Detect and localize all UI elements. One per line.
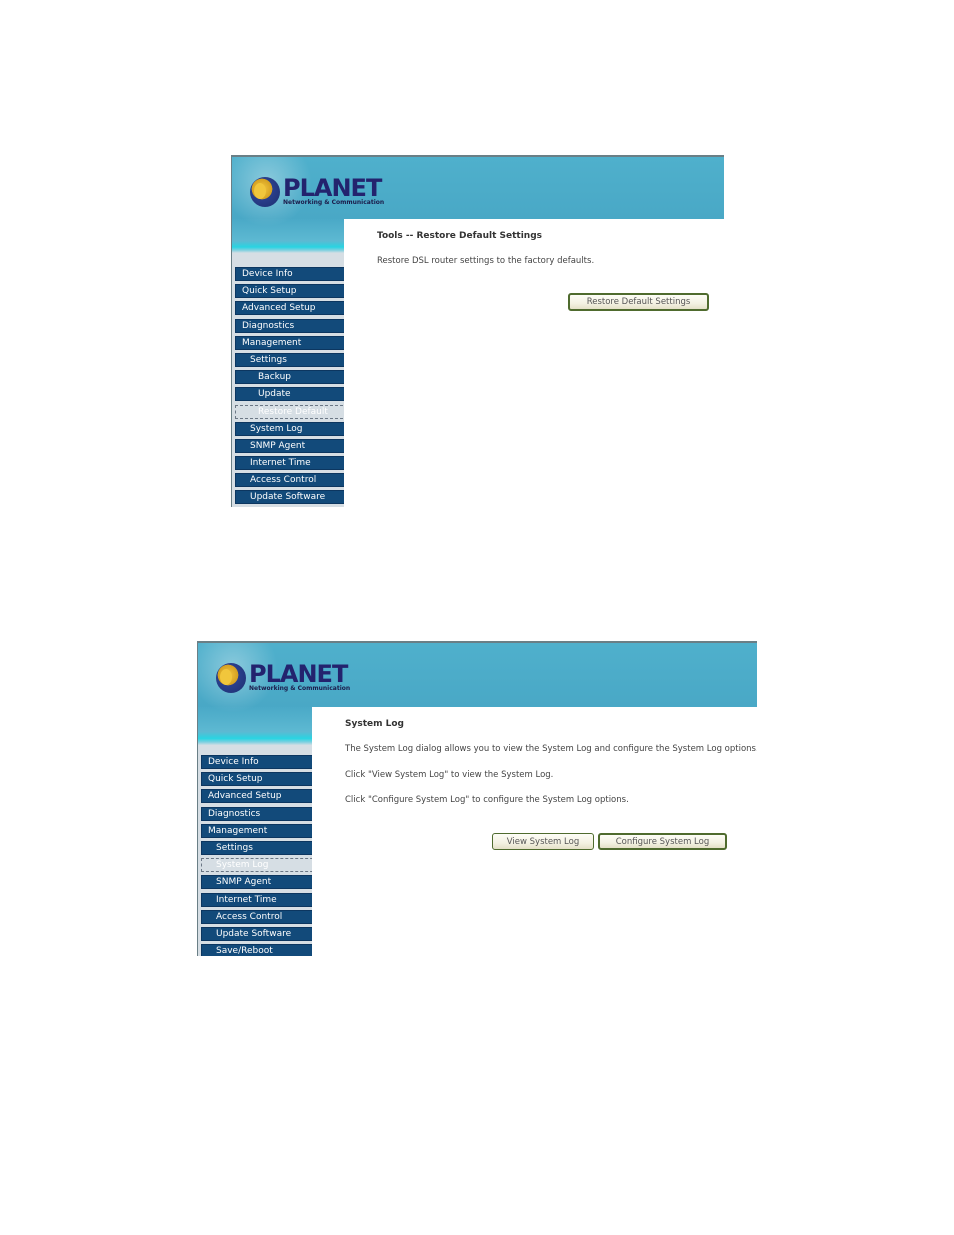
logo-tagline: Networking & Communication bbox=[249, 685, 351, 692]
page-title: System Log bbox=[345, 719, 404, 729]
sidebar-item-settings[interactable]: Settings bbox=[201, 840, 323, 855]
sidebar-item-quick-setup[interactable]: Quick Setup bbox=[201, 772, 315, 787]
restore-default-screenshot: PLANET Networking & Communication Device… bbox=[231, 155, 724, 507]
sidebar-header-decoration bbox=[232, 219, 344, 259]
content-panel: System Log The System Log dialog allows … bbox=[312, 707, 757, 956]
sidebar-menu: Device Info Quick Setup Advanced Setup D… bbox=[201, 755, 323, 956]
sidebar-item-device-info[interactable]: Device Info bbox=[235, 267, 347, 281]
sidebar-item-settings[interactable]: Settings bbox=[235, 352, 355, 367]
sidebar-item-quick-setup[interactable]: Quick Setup bbox=[235, 284, 347, 299]
planet-globe-icon bbox=[216, 663, 246, 693]
sidebar-item-advanced-setup[interactable]: Advanced Setup bbox=[235, 301, 347, 316]
configure-system-log-button[interactable]: Configure System Log bbox=[598, 833, 727, 850]
sidebar-item-system-log[interactable]: System Log bbox=[235, 421, 355, 436]
sidebar-item-update-software[interactable]: Update Software bbox=[201, 926, 323, 941]
sidebar-item-update-software[interactable]: Update Software bbox=[235, 490, 355, 505]
sidebar: Device Info Quick Setup Advanced Setup D… bbox=[232, 259, 363, 507]
sidebar-item-management[interactable]: Management bbox=[201, 823, 315, 838]
sidebar-item-management[interactable]: Management bbox=[235, 335, 347, 350]
description-text: Restore DSL router settings to the facto… bbox=[377, 256, 595, 266]
sidebar-item-internet-time[interactable]: Internet Time bbox=[201, 892, 323, 907]
sidebar-item-diagnostics[interactable]: Diagnostics bbox=[235, 318, 347, 333]
sidebar-item-snmp-agent[interactable]: SNMP Agent bbox=[201, 875, 323, 890]
view-instruction-text: Click "View System Log" to view the Syst… bbox=[345, 770, 554, 780]
page-title: Tools -- Restore Default Settings bbox=[377, 231, 543, 241]
sidebar-item-snmp-agent[interactable]: SNMP Agent bbox=[235, 438, 355, 453]
restore-default-settings-button[interactable]: Restore Default Settings bbox=[568, 293, 709, 311]
description-text: The System Log dialog allows you to view… bbox=[345, 744, 757, 754]
configure-instruction-text: Click "Configure System Log" to configur… bbox=[345, 795, 629, 805]
logo-name: PLANET bbox=[283, 174, 382, 202]
sidebar-header-decoration bbox=[198, 707, 312, 752]
planet-logo: PLANET Networking & Communication bbox=[216, 660, 351, 693]
sidebar-item-access-control[interactable]: Access Control bbox=[201, 909, 323, 924]
sidebar-item-access-control[interactable]: Access Control bbox=[235, 473, 355, 488]
planet-globe-icon bbox=[250, 177, 280, 207]
system-log-screenshot: PLANET Networking & Communication Device… bbox=[197, 641, 757, 956]
sidebar-item-internet-time[interactable]: Internet Time bbox=[235, 456, 355, 471]
sidebar-item-diagnostics[interactable]: Diagnostics bbox=[201, 806, 315, 821]
sidebar: Device Info Quick Setup Advanced Setup D… bbox=[198, 752, 323, 956]
sidebar-item-system-log[interactable]: System Log bbox=[201, 858, 323, 873]
logo-tagline: Networking & Communication bbox=[283, 199, 385, 206]
content-panel: Tools -- Restore Default Settings Restor… bbox=[344, 219, 724, 507]
planet-logo: PLANET Networking & Communication bbox=[250, 174, 385, 207]
logo-name: PLANET bbox=[249, 660, 348, 688]
view-system-log-button[interactable]: View System Log bbox=[492, 833, 594, 850]
sidebar-item-device-info[interactable]: Device Info bbox=[201, 755, 315, 769]
sidebar-item-advanced-setup[interactable]: Advanced Setup bbox=[201, 789, 315, 804]
sidebar-item-save-reboot[interactable]: Save/Reboot bbox=[201, 944, 323, 956]
